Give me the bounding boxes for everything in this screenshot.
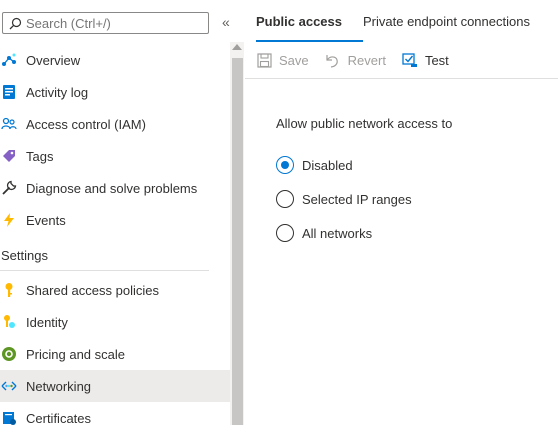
people-icon (1, 116, 17, 132)
networking-tabs: Public access Private endpoint connectio… (256, 0, 530, 42)
nav-item-shared-access-policies[interactable]: Shared access policies (0, 274, 230, 306)
nav-item-label: Events (26, 212, 66, 228)
test-label: Test (424, 52, 449, 68)
nav-item-label: Shared access policies (26, 282, 159, 298)
key-icon (1, 282, 17, 298)
public-access-panel: Allow public network access to Disabled … (276, 116, 452, 250)
save-label: Save (279, 52, 309, 68)
identity-icon (1, 314, 17, 330)
radio-disabled[interactable]: Disabled (276, 148, 452, 182)
pricing-icon (1, 346, 17, 362)
resource-menu: Overview Activity log Access control (IA… (0, 44, 230, 434)
tag-icon (1, 148, 17, 164)
radio-label: All networks (302, 225, 373, 241)
nav-item-pricing-and-scale[interactable]: Pricing and scale (0, 338, 230, 370)
settings-section-header: Settings (1, 247, 48, 263)
nav-item-label: Tags (26, 148, 54, 164)
revert-button[interactable]: Revert (325, 52, 386, 68)
command-bar: Save Revert Test (256, 46, 465, 74)
lightning-icon (1, 212, 17, 228)
nav-item-identity[interactable]: Identity (0, 306, 230, 338)
scrollbar-thumb[interactable] (232, 58, 243, 425)
nav-item-label: Overview (26, 52, 81, 68)
public-network-access-radio-group: Disabled Selected IP ranges All networks (276, 148, 452, 250)
search-box[interactable] (2, 12, 209, 34)
nav-item-activity-log[interactable]: Activity log (0, 76, 230, 108)
nav-item-overview[interactable]: Overview (0, 44, 230, 76)
search-input[interactable] (26, 15, 196, 31)
nav-item-label: Identity (26, 314, 68, 330)
wrench-icon (1, 180, 17, 196)
activity-log-icon (1, 84, 17, 100)
nav-item-label: Access control (IAM) (26, 116, 146, 132)
undo-icon (325, 52, 341, 68)
radio-button[interactable] (276, 190, 294, 208)
radio-label: Disabled (302, 157, 353, 173)
radio-button[interactable] (276, 224, 294, 242)
nav-item-events[interactable]: Events (0, 204, 230, 236)
toolbar-divider (245, 78, 558, 79)
radio-label: Selected IP ranges (302, 191, 412, 207)
nav-item-access-control[interactable]: Access control (IAM) (0, 108, 230, 140)
save-icon (256, 52, 272, 68)
test-icon (402, 52, 418, 68)
certificate-icon (1, 410, 17, 426)
nav-item-certificates[interactable]: Certificates (0, 402, 230, 434)
tab-public-access[interactable]: Public access (256, 0, 363, 42)
nav-item-diagnose[interactable]: Diagnose and solve problems (0, 172, 230, 204)
networking-icon (1, 378, 17, 394)
nav-item-label: Certificates (26, 410, 92, 426)
search-icon (9, 17, 22, 29)
collapse-menu-icon[interactable]: « (222, 14, 230, 30)
radio-selected-ip-ranges[interactable]: Selected IP ranges (276, 182, 452, 216)
save-button[interactable]: Save (256, 52, 309, 68)
nav-item-label: Activity log (26, 84, 89, 100)
radio-all-networks[interactable]: All networks (276, 216, 452, 250)
nav-item-label: Diagnose and solve problems (26, 180, 198, 196)
test-button[interactable]: Test (402, 52, 449, 68)
nav-item-tags[interactable]: Tags (0, 140, 230, 172)
overview-icon (1, 52, 17, 68)
public-network-access-label: Allow public network access to (276, 116, 453, 131)
section-divider (0, 270, 209, 271)
scroll-up-arrow-icon[interactable] (232, 44, 242, 50)
revert-label: Revert (347, 52, 386, 68)
radio-button-checked[interactable] (276, 156, 294, 174)
nav-item-networking[interactable]: Networking (0, 370, 230, 402)
tab-private-endpoint-connections[interactable]: Private endpoint connections (363, 0, 530, 42)
nav-item-label: Networking (26, 378, 92, 394)
nav-item-label: Pricing and scale (26, 346, 125, 362)
